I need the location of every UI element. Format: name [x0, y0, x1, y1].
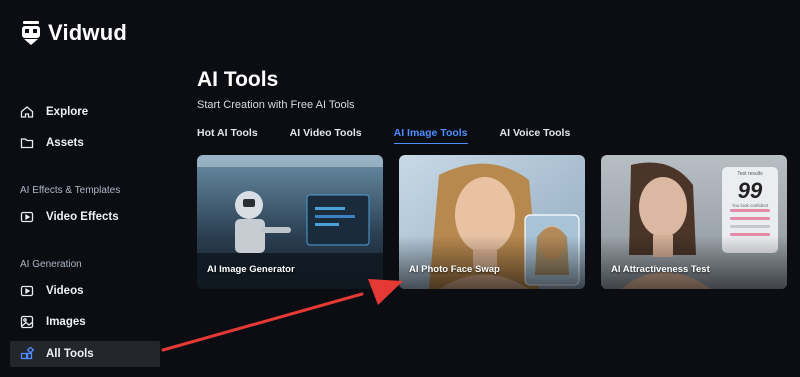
sidebar-item-label: Assets — [46, 137, 84, 149]
sidebar-item-assets[interactable]: Assets — [10, 130, 160, 156]
page-title: AI Tools — [197, 68, 279, 91]
sidebar-item-video-effects[interactable]: Video Effects — [10, 204, 160, 230]
card-label: AI Attractiveness Test — [611, 264, 710, 275]
tab-hot-ai-tools[interactable]: Hot AI Tools — [197, 127, 258, 144]
tab-ai-video-tools[interactable]: AI Video Tools — [290, 127, 362, 144]
tool-card-attractiveness-test[interactable]: Test results 99 You look confident AI At… — [601, 155, 787, 289]
sidebar-item-label: Videos — [46, 285, 84, 297]
result-caption: You look confident — [731, 203, 769, 208]
grid-tools-icon — [20, 347, 34, 360]
card-label: AI Image Generator — [207, 264, 295, 275]
sidebar-item-label: Images — [46, 316, 86, 328]
image-icon — [20, 315, 34, 329]
sidebar-item-videos[interactable]: Videos — [10, 278, 160, 304]
video-play-icon — [20, 211, 34, 223]
card-label: AI Photo Face Swap — [409, 264, 500, 275]
folder-icon — [20, 138, 34, 149]
sidebar-item-label: Video Effects — [46, 211, 119, 223]
sidebar-item-label: All Tools — [46, 348, 94, 360]
brand-logo[interactable]: Vidwud — [20, 20, 127, 46]
result-title: Test results — [737, 171, 763, 177]
section-title-effects: AI Effects & Templates — [20, 185, 121, 196]
sidebar-item-images[interactable]: Images — [10, 309, 160, 335]
tab-ai-voice-tools[interactable]: AI Voice Tools — [500, 127, 571, 144]
tool-card-image-generator[interactable]: AI Image Generator — [197, 155, 383, 289]
section-title-generation: AI Generation — [20, 259, 82, 270]
tool-tabs: Hot AI Tools AI Video Tools AI Image Too… — [197, 127, 602, 144]
tab-ai-image-tools[interactable]: AI Image Tools — [393, 127, 468, 144]
attractiveness-score: 99 — [737, 178, 763, 203]
sidebar-item-explore[interactable]: Explore — [10, 99, 160, 125]
tool-card-face-swap[interactable]: AI Photo Face Swap — [399, 155, 585, 289]
sidebar-item-label: Explore — [46, 106, 89, 118]
sidebar: Vidwud Explore Assets AI Effects & Templ… — [0, 0, 170, 377]
robot-logo-icon — [22, 21, 40, 45]
sidebar-item-all-tools[interactable]: All Tools — [10, 341, 160, 367]
brand-name: Vidwud — [48, 20, 128, 45]
page-subtitle: Start Creation with Free AI Tools — [197, 99, 355, 111]
home-icon — [20, 106, 34, 118]
video-play-icon — [20, 285, 34, 297]
